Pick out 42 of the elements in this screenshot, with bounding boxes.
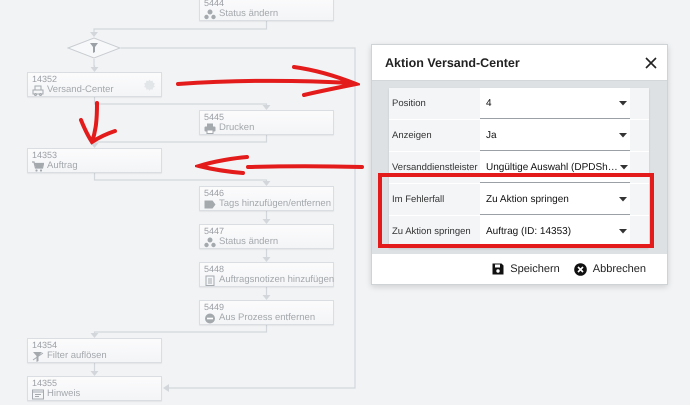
node-id: 5445 <box>204 112 224 122</box>
action-node[interactable]: 14353 Auftrag <box>27 148 162 173</box>
node-label: Aus Prozess entfernen <box>219 312 316 324</box>
field-label: Zu Aktion springen <box>391 225 472 239</box>
action-node[interactable]: 5445 Drucken <box>199 110 334 135</box>
node-id: 14352 <box>32 74 58 84</box>
node-label: Versand-Center <box>47 84 114 96</box>
node-id: 5449 <box>204 302 224 312</box>
node-id: 5447 <box>204 226 224 236</box>
node-label: Hinweis <box>47 388 80 400</box>
select-field[interactable]: Auftrag (ID: 14353) <box>480 216 630 247</box>
action-node[interactable]: 14355 Hinweis <box>27 376 162 401</box>
select-field[interactable]: Zu Aktion springen <box>480 184 630 215</box>
action-node[interactable]: 5444 Status ändern <box>199 0 334 21</box>
dialog-title: Aktion Versand-Center <box>385 56 520 70</box>
action-node[interactable]: 14352 Versand-Center <box>27 72 162 97</box>
node-label: Filter auflösen <box>47 350 107 362</box>
field-label: Versanddienstleister <box>391 161 479 175</box>
field-label: Anzeigen <box>391 129 433 143</box>
node-label: Status ändern <box>219 8 278 20</box>
field-label: Position <box>391 97 427 111</box>
field-label: Im Fehlerfall <box>391 193 446 207</box>
node-id: 5446 <box>204 188 224 198</box>
select-field[interactable]: 4 <box>480 88 630 119</box>
select-field[interactable]: Ja <box>480 120 630 151</box>
node-label: Status ändern <box>219 236 278 248</box>
node-id: 5448 <box>204 264 224 274</box>
action-node[interactable]: 5446 Tags hinzufügen/entfernen <box>199 186 334 211</box>
node-label: Auftragsnotizen hinzufügen <box>219 274 334 286</box>
action-node[interactable]: 5448 Auftragsnotizen hinzufügen <box>199 262 334 287</box>
node-id: 14353 <box>32 150 58 160</box>
action-node[interactable]: 5449 Aus Prozess entfernen <box>199 300 334 325</box>
action-node[interactable]: 14354 Filter auflösen <box>27 338 162 363</box>
node-label: Auftrag <box>47 160 78 172</box>
node-id: 5444 <box>204 0 224 8</box>
node-label: Tags hinzufügen/entfernen <box>219 198 331 210</box>
node-id: 14354 <box>32 340 58 350</box>
action-node[interactable]: 5447 Status ändern <box>199 224 334 249</box>
cancel-button[interactable]: Abbrechen <box>570 260 649 278</box>
node-id: 14355 <box>32 378 58 388</box>
node-label: Drucken <box>219 122 254 134</box>
save-button[interactable]: Speichern <box>489 260 563 278</box>
